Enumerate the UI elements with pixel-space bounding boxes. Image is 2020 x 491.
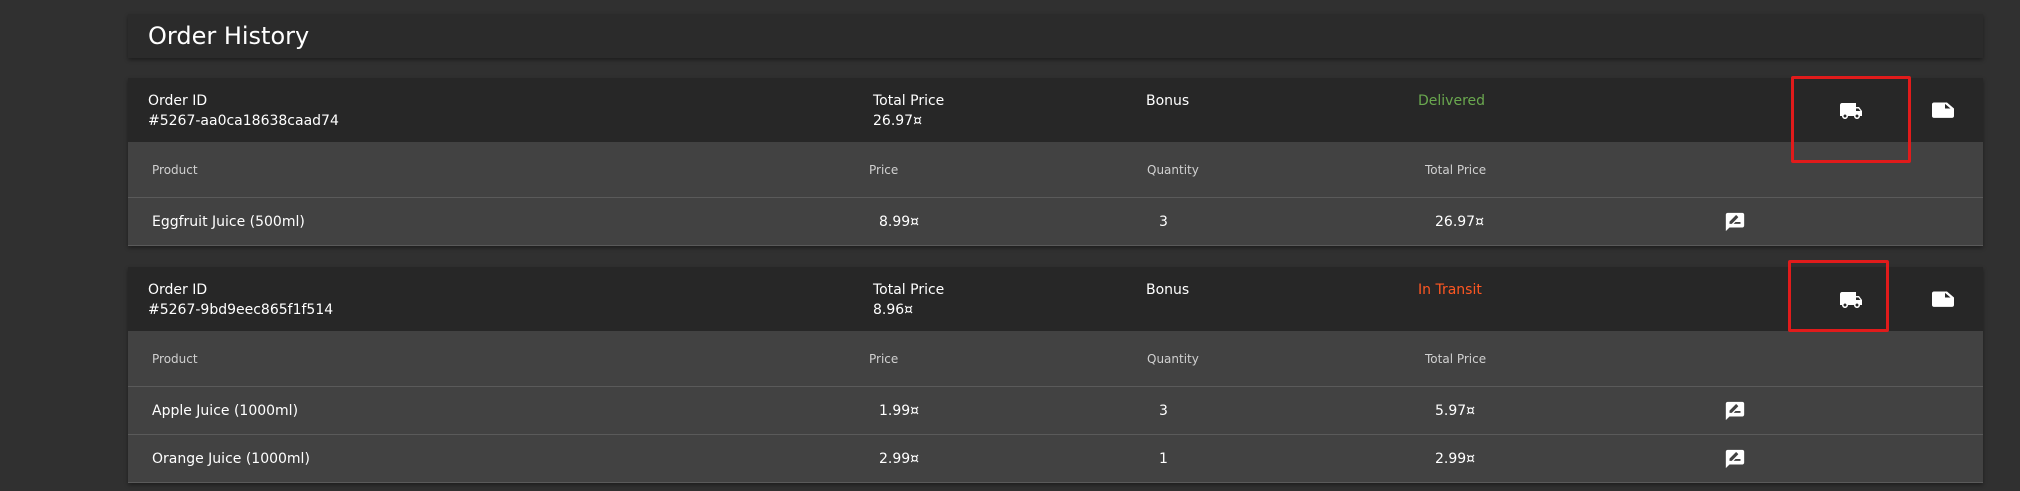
table-row: Apple Juice (1000ml) 1.99¤ 3 5.97¤: [128, 387, 1983, 435]
product-price: 8.99¤: [879, 213, 920, 230]
rate-review-icon: [1725, 449, 1745, 468]
table-header-row: Product Price Quantity Total Price: [128, 331, 1983, 387]
product-quantity: 3: [1159, 402, 1168, 419]
print-label-button[interactable]: [1926, 283, 1960, 317]
product-name: Eggfruit Juice (500ml): [152, 213, 305, 230]
order-total-value: 8.96¤: [873, 302, 914, 318]
order-id-value: #5267-9bd9eec865f1f514: [148, 302, 334, 318]
order-items-table: Product Price Quantity Total Price Apple…: [128, 331, 1983, 483]
track-order-button[interactable]: [1834, 94, 1868, 128]
product-total: 5.97¤: [1435, 402, 1476, 419]
order-header: Order ID #5267-9bd9eec865f1f514 Total Pr…: [128, 260, 1983, 332]
order-total-value: 26.97¤: [873, 113, 922, 129]
track-order-button[interactable]: [1834, 283, 1868, 317]
col-quantity-header: Quantity: [1147, 351, 1199, 366]
truck-icon: [1840, 103, 1862, 119]
col-product-header: Product: [152, 162, 198, 177]
label-icon: [1932, 291, 1954, 307]
order-total-cell: Total Price 8.96¤: [873, 280, 944, 320]
page-title-card: Order History: [128, 14, 1983, 58]
col-total-header: Total Price: [1425, 162, 1487, 177]
col-total-header: Total Price: [1425, 351, 1487, 366]
order-status: In Transit: [1418, 282, 1482, 298]
product-total: 2.99¤: [1435, 450, 1476, 467]
order-bonus-label: Bonus: [1146, 93, 1190, 109]
col-price-header: Price: [869, 351, 899, 366]
table-row: Orange Juice (1000ml) 2.99¤ 1 2.99¤: [128, 435, 1983, 483]
product-price: 1.99¤: [879, 402, 920, 419]
order-total-label: Total Price: [873, 282, 945, 298]
order-status-cell: Delivered: [1418, 91, 1485, 111]
product-name: Apple Juice (1000ml): [152, 402, 299, 419]
order-bonus-cell: Bonus: [1146, 280, 1189, 300]
product-quantity: 1: [1159, 450, 1168, 467]
order-total-label: Total Price: [873, 93, 945, 109]
order-total-cell: Total Price 26.97¤: [873, 91, 944, 131]
product-quantity: 3: [1159, 213, 1168, 230]
label-icon: [1932, 102, 1954, 118]
order-history-page: Order History Order ID #5267-aa0ca18638c…: [128, 14, 1983, 483]
col-price-header: Price: [869, 162, 899, 177]
col-quantity-header: Quantity: [1147, 162, 1199, 177]
order-id-label: Order ID: [148, 93, 208, 109]
page-title: Order History: [148, 22, 310, 50]
order-card: Order ID #5267-9bd9eec865f1f514 Total Pr…: [128, 260, 1983, 483]
order-items-table: Product Price Quantity Total Price Eggfr…: [128, 142, 1983, 246]
review-cell: [1723, 198, 1747, 245]
table-header-row: Product Price Quantity Total Price: [128, 142, 1983, 198]
order-id-value: #5267-aa0ca18638caad74: [148, 113, 339, 129]
order-id-label: Order ID: [148, 282, 208, 298]
order-id-cell: Order ID #5267-9bd9eec865f1f514: [148, 280, 333, 320]
write-review-button[interactable]: [1723, 210, 1747, 234]
order-status-cell: In Transit: [1418, 280, 1482, 300]
review-cell: [1723, 387, 1747, 434]
truck-icon: [1840, 292, 1862, 308]
order-bonus-label: Bonus: [1146, 282, 1190, 298]
print-label-button[interactable]: [1926, 94, 1960, 128]
product-total: 26.97¤: [1435, 213, 1484, 230]
order-id-cell: Order ID #5267-aa0ca18638caad74: [148, 91, 339, 131]
rate-review-icon: [1725, 212, 1745, 231]
order-card: Order ID #5267-aa0ca18638caad74 Total Pr…: [128, 76, 1983, 246]
rate-review-icon: [1725, 401, 1745, 420]
table-row: Eggfruit Juice (500ml) 8.99¤ 3 26.97¤: [128, 198, 1983, 246]
product-name: Orange Juice (1000ml): [152, 450, 310, 467]
write-review-button[interactable]: [1723, 399, 1747, 423]
product-price: 2.99¤: [879, 450, 920, 467]
order-header: Order ID #5267-aa0ca18638caad74 Total Pr…: [128, 76, 1983, 163]
review-cell: [1723, 435, 1747, 482]
order-bonus-cell: Bonus: [1146, 91, 1189, 111]
col-product-header: Product: [152, 351, 198, 366]
write-review-button[interactable]: [1723, 447, 1747, 471]
order-status: Delivered: [1418, 93, 1486, 109]
